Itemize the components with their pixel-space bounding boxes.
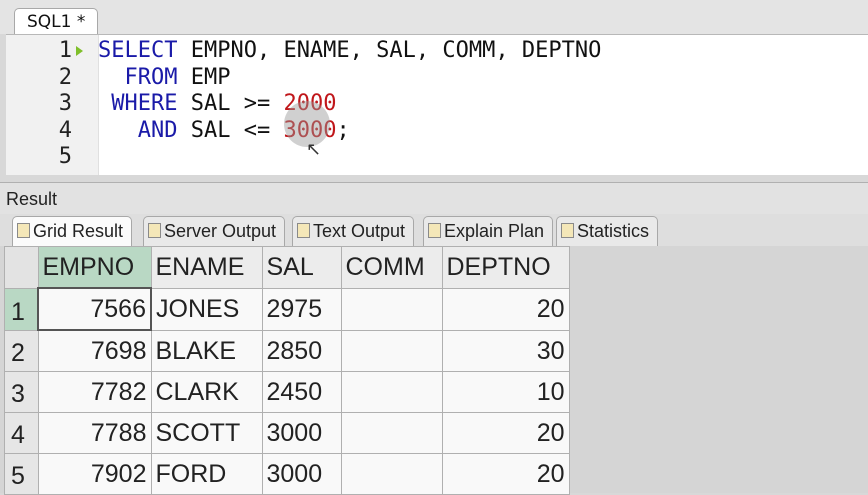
tab-text-output[interactable]: Text Output (292, 216, 415, 246)
cell-deptno[interactable]: 20 (441, 412, 570, 454)
line-number: 3 (58, 91, 72, 116)
sql-text: SAL <= (177, 117, 284, 143)
grid-header-row: EMPNO ENAME SAL COMM DEPTNO (4, 246, 570, 289)
tab-grid-result[interactable]: Grid Result (12, 216, 133, 247)
text-output-icon (297, 223, 310, 238)
server-output-icon (148, 223, 161, 238)
cell-sal[interactable]: 3000 (261, 412, 342, 454)
cell-empno[interactable]: 7698 (37, 329, 152, 372)
cell-deptno[interactable]: 20 (441, 287, 570, 331)
column-header-sal[interactable]: SAL (261, 246, 342, 289)
sql-keyword: FROM (98, 64, 178, 90)
cell-ename[interactable]: SCOTT (150, 412, 263, 454)
tab-explain-plan[interactable]: Explain Plan (423, 216, 554, 246)
column-header-comm[interactable]: COMM (340, 246, 443, 289)
column-header-empno[interactable]: EMPNO (37, 246, 152, 289)
cell-deptno[interactable]: 30 (441, 329, 570, 372)
cell-comm[interactable] (340, 412, 443, 454)
statistics-icon (561, 223, 574, 238)
cell-comm[interactable] (340, 453, 443, 495)
cell-deptno[interactable]: 20 (441, 453, 570, 495)
tab-label: Statistics (577, 221, 650, 241)
table-row[interactable]: 1 7566 JONES 2975 20 (4, 287, 570, 331)
cell-comm[interactable] (340, 287, 443, 331)
sql-text: SAL >= (177, 91, 284, 116)
cell-sal[interactable]: 2975 (261, 287, 342, 331)
cell-ename[interactable]: BLAKE (150, 329, 263, 372)
tab-label: Explain Plan (444, 221, 545, 241)
current-statement-marker-icon (76, 46, 83, 56)
grid-icon (17, 223, 30, 238)
cell-empno[interactable]: 7788 (37, 412, 152, 454)
result-grid[interactable]: EMPNO ENAME SAL COMM DEPTNO 1 7566 JONES 2975 20… (4, 246, 570, 495)
table-row[interactable]: 4 7788 SCOTT 3000 20 (4, 412, 570, 454)
table-row[interactable]: 2 7698 BLAKE 2850 30 (4, 329, 570, 372)
cell-ename[interactable]: JONES (150, 287, 263, 331)
sql-editor[interactable]: 12345 SELECT EMPNO, ENAME, SAL, COMM, DE… (6, 34, 868, 175)
cell-sal[interactable]: 2450 (261, 371, 342, 413)
result-tabs: Grid Result Server Output Text Output Expla… (0, 214, 868, 247)
editor-tab-sql1[interactable]: SQL1 * (14, 8, 99, 36)
table-row[interactable]: 3 7782 CLARK 2450 10 (4, 371, 570, 413)
tab-label: Grid Result (33, 221, 124, 241)
tab-statistics[interactable]: Statistics (556, 216, 659, 246)
line-number: 5 (58, 144, 72, 169)
row-number[interactable]: 3 (4, 371, 39, 413)
result-panel-header: Result (0, 182, 868, 215)
sql-keyword: WHERE (98, 91, 178, 116)
cell-ename[interactable]: CLARK (150, 371, 263, 413)
cell-comm[interactable] (340, 329, 443, 372)
cell-empno[interactable]: 7782 (37, 371, 152, 413)
tab-server-output[interactable]: Server Output (143, 216, 286, 246)
line-number: 2 (58, 64, 72, 90)
row-number[interactable]: 2 (4, 329, 39, 372)
sql-keyword: AND (98, 117, 178, 143)
cell-empno[interactable]: 7566 (37, 287, 152, 331)
cell-ename[interactable]: FORD (150, 453, 263, 495)
column-header-ename[interactable]: ENAME (150, 246, 263, 289)
sql-keyword: SELECT (98, 38, 178, 63)
table-row[interactable]: 5 7902 FORD 3000 20 (4, 453, 570, 495)
result-grid-area: EMPNO ENAME SAL COMM DEPTNO 1 7566 JONES 2975 20… (0, 246, 868, 495)
code-line[interactable]: FROM EMP (98, 65, 230, 91)
line-number-gutter: 12345 (6, 35, 99, 175)
column-header-deptno[interactable]: DEPTNO (441, 246, 570, 289)
row-number[interactable]: 5 (4, 453, 39, 495)
result-panel-title: Result (6, 189, 58, 209)
cell-sal[interactable]: 3000 (261, 453, 342, 495)
sql-text: EMP (177, 64, 231, 90)
mouse-pointer-icon: ↖ (306, 139, 322, 160)
sql-text: EMPNO, ENAME, SAL, COMM, DEPTNO (177, 38, 602, 63)
explain-plan-icon (428, 223, 441, 238)
code-line[interactable]: SELECT EMPNO, ENAME, SAL, COMM, DEPTNO (98, 38, 601, 64)
row-number[interactable]: 1 (4, 287, 39, 331)
tab-label: Server Output (164, 221, 277, 241)
line-number: 1 (58, 38, 72, 63)
tab-label: Text Output (313, 221, 406, 241)
cell-comm[interactable] (340, 371, 443, 413)
sql-text: ; (336, 117, 350, 143)
line-number: 4 (58, 117, 72, 143)
editor-tab-strip: SQL1 * (0, 0, 868, 36)
row-number[interactable]: 4 (4, 412, 39, 454)
grid-corner-cell[interactable] (4, 246, 39, 289)
cell-empno[interactable]: 7902 (37, 453, 152, 495)
cell-sal[interactable]: 2850 (261, 329, 342, 372)
cell-deptno[interactable]: 10 (441, 371, 570, 413)
